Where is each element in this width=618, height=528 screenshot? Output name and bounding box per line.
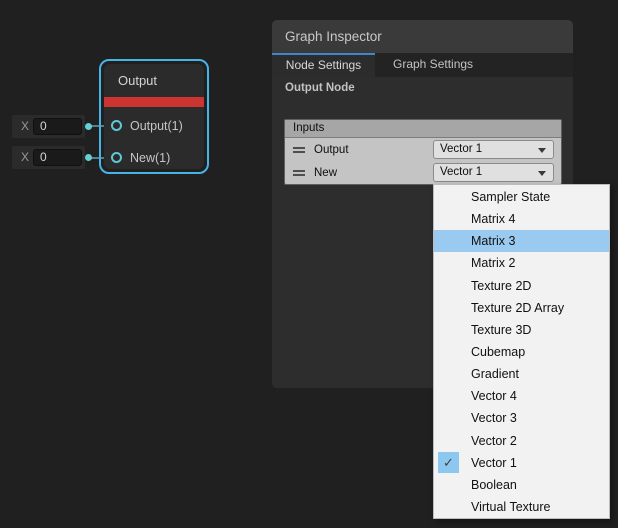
axis-label: X	[21, 146, 29, 169]
node-accent-bar	[104, 97, 204, 107]
dropdown-value: Vector 1	[440, 143, 482, 155]
inspector-title: Graph Inspector	[285, 20, 382, 53]
input-name: Output	[314, 144, 349, 156]
inputs-list-header: Inputs	[285, 120, 561, 138]
menu-item-vector-2[interactable]: Vector 2	[434, 430, 609, 452]
menu-item-matrix-4[interactable]: Matrix 4	[434, 208, 609, 230]
menu-item-vector-3[interactable]: Vector 3	[434, 407, 609, 429]
check-icon: ✓	[438, 452, 459, 473]
chevron-down-icon	[538, 171, 546, 176]
menu-item-cubemap[interactable]: Cubemap	[434, 341, 609, 363]
menu-item-gradient[interactable]: Gradient	[434, 363, 609, 385]
menu-item-texture-2d[interactable]: Texture 2D	[434, 275, 609, 297]
port-circle-new[interactable]	[111, 152, 122, 163]
number-field[interactable]: 0	[33, 149, 82, 166]
menu-item-virtual-texture[interactable]: Virtual Texture	[434, 496, 609, 518]
shader-graph-canvas: X 0 X 0 Output Output(1) New(1) Graph In…	[0, 0, 618, 528]
chevron-down-icon	[538, 148, 546, 153]
menu-item-matrix-2[interactable]: Matrix 2	[434, 252, 609, 274]
menu-item-texture-3d[interactable]: Texture 3D	[434, 319, 609, 341]
inputs-list: Inputs Output Vector 1 New Vector 1	[284, 119, 562, 185]
axis-label: X	[21, 115, 29, 138]
edge-endpoint-icon	[85, 123, 92, 130]
type-dropdown-output[interactable]: Vector 1	[433, 140, 554, 159]
menu-item-matrix-3[interactable]: Matrix 3	[434, 230, 609, 252]
dropdown-value: Vector 1	[440, 166, 482, 178]
input-name: New	[314, 167, 337, 179]
inspector-tab-bar: Node Settings Graph Settings	[272, 53, 573, 77]
number-field[interactable]: 0	[33, 118, 82, 135]
port-circle-output[interactable]	[111, 120, 122, 131]
input-row-output[interactable]: Output Vector 1	[285, 138, 561, 161]
node-title: Output	[118, 64, 157, 97]
type-dropdown-menu: Sampler State Matrix 4 Matrix 3 Matrix 2…	[433, 184, 610, 519]
edge-endpoint-icon	[85, 154, 92, 161]
tab-node-settings[interactable]: Node Settings	[272, 53, 375, 77]
inspector-header: Graph Inspector	[272, 20, 573, 53]
menu-item-label: Vector 1	[471, 456, 517, 470]
input-row-new[interactable]: New Vector 1	[285, 161, 561, 184]
menu-item-vector-4[interactable]: Vector 4	[434, 385, 609, 407]
type-dropdown-new[interactable]: Vector 1	[433, 163, 554, 182]
port-input-widget-new: X 0	[12, 146, 85, 169]
menu-item-texture-2d-array[interactable]: Texture 2D Array	[434, 297, 609, 319]
section-title: Output Node	[285, 82, 355, 94]
drag-handle-icon[interactable]	[293, 170, 305, 176]
drag-handle-icon[interactable]	[293, 147, 305, 153]
menu-item-boolean[interactable]: Boolean	[434, 474, 609, 496]
port-label: Output(1)	[130, 118, 183, 134]
port-label: New(1)	[130, 150, 170, 166]
output-node[interactable]: Output Output(1) New(1)	[104, 64, 204, 169]
tab-graph-settings[interactable]: Graph Settings	[375, 53, 491, 77]
port-input-widget-output: X 0	[12, 115, 85, 138]
menu-item-vector-1[interactable]: ✓ Vector 1	[434, 452, 609, 474]
menu-item-sampler-state[interactable]: Sampler State	[434, 186, 609, 208]
